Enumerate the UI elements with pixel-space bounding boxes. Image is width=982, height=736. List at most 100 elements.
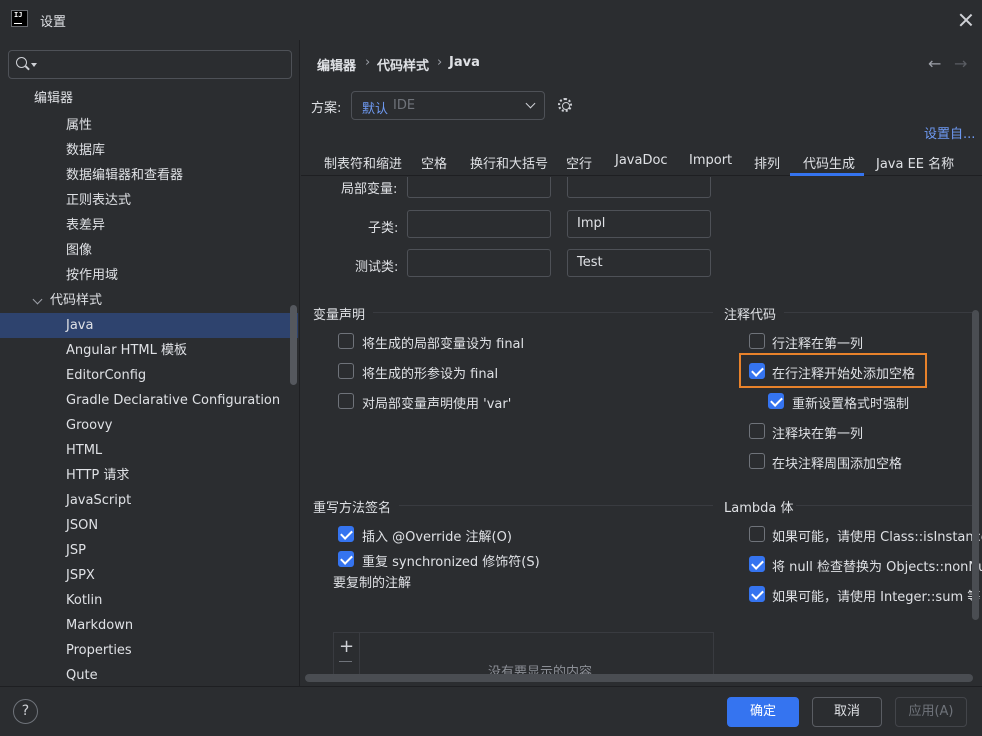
tab-arrangement[interactable]: 排列	[754, 153, 780, 172]
sidebar-item-javascript[interactable]: JavaScript	[0, 488, 298, 513]
sidebar-item-jsp[interactable]: JSP	[0, 538, 298, 563]
replace-null-check-label[interactable]: 将 null 检查替换为 Objects::nonNull 或	[772, 556, 982, 575]
section-divider	[784, 312, 974, 313]
chevron-down-icon[interactable]	[32, 294, 43, 305]
sidebar-item-kotlin[interactable]: Kotlin	[0, 588, 298, 613]
sidebar-item-editor[interactable]: 编辑器	[0, 86, 298, 111]
subclass-suffix-field[interactable]: Impl	[567, 210, 711, 238]
tab-imports[interactable]: Import	[689, 153, 732, 168]
set-from-link[interactable]: 设置自...	[924, 123, 975, 142]
sidebar-item-database[interactable]: 数据库	[0, 138, 298, 163]
tab-javadoc[interactable]: JavaDoc	[615, 153, 668, 168]
annotations-list[interactable]: + 没有要显示的内容	[333, 632, 714, 674]
test-class-prefix-field[interactable]	[407, 249, 551, 277]
tab-tabs-and-indents[interactable]: 制表符和缩进	[324, 153, 402, 172]
final-params-label[interactable]: 将生成的形参设为 final	[362, 363, 498, 382]
search-icon	[16, 57, 27, 68]
final-locals-checkbox[interactable]	[338, 333, 354, 349]
scheme-dropdown[interactable]: 默认 IDE	[351, 91, 545, 120]
use-var-label[interactable]: 对局部变量声明使用 'var'	[362, 393, 511, 412]
final-params-checkbox[interactable]	[338, 363, 354, 379]
gear-icon[interactable]	[558, 98, 572, 112]
line-comment-add-space-checkbox[interactable]	[749, 363, 765, 379]
use-integer-sum-label[interactable]: 如果可能，请使用 Integer::sum 等	[772, 586, 980, 605]
annotations-to-copy-label: 要复制的注解	[333, 576, 412, 591]
sidebar-item-http-request[interactable]: HTTP 请求	[0, 463, 298, 488]
enforce-on-reformat-label[interactable]: 重新设置格式时强制	[792, 393, 909, 412]
sidebar-item-java[interactable]: Java	[0, 313, 298, 338]
section-divider	[796, 505, 974, 506]
scheme-scope: IDE	[393, 98, 416, 113]
tab-wrapping-and-braces[interactable]: 换行和大括号	[470, 153, 548, 172]
sidebar-item-json[interactable]: JSON	[0, 513, 298, 538]
breadcrumb-java: Java	[449, 55, 480, 70]
final-locals-label[interactable]: 将生成的局部变量设为 final	[362, 333, 524, 352]
subclass-prefix-field[interactable]	[407, 210, 551, 238]
use-var-checkbox[interactable]	[338, 393, 354, 409]
local-variable-prefix-field[interactable]	[407, 177, 551, 198]
tab-code-generation[interactable]: 代码生成	[803, 153, 855, 172]
breadcrumb-code-style[interactable]: 代码样式	[377, 55, 429, 74]
block-comment-add-space-checkbox[interactable]	[749, 453, 765, 469]
sidebar-item-properties-lang[interactable]: Properties	[0, 638, 298, 663]
use-integer-sum-checkbox[interactable]	[749, 586, 765, 602]
tab-spaces[interactable]: 空格	[421, 153, 447, 172]
replace-null-check-checkbox[interactable]	[749, 556, 765, 572]
sidebar-item-angular-html[interactable]: Angular HTML 模板	[0, 338, 298, 363]
tab-bar: 制表符和缩进 空格 换行和大括号 空行 JavaDoc Import 排列 代码…	[301, 146, 982, 176]
use-class-isinstance-label[interactable]: 如果可能，请使用 Class::isInstance 和	[772, 526, 982, 545]
sidebar-item-gradle[interactable]: Gradle Declarative Configuration	[0, 388, 298, 413]
sidebar-item-qute[interactable]: Qute	[0, 663, 298, 686]
content-horizontal-scrollbar[interactable]	[305, 674, 973, 682]
tab-java-ee-names[interactable]: Java EE 名称	[876, 153, 954, 172]
search-history-chevron-icon[interactable]	[31, 63, 37, 67]
repeat-synchronized-label[interactable]: 重复 synchronized 修饰符(S)	[362, 551, 540, 570]
sidebar-item-data-editor[interactable]: 数据编辑器和查看器	[0, 163, 298, 188]
tab-blank-lines[interactable]: 空行	[566, 153, 592, 172]
sidebar-item-code-style[interactable]: 代码样式	[0, 288, 298, 313]
sidebar-item-groovy[interactable]: Groovy	[0, 413, 298, 438]
comment-code-title: 注释代码	[724, 308, 777, 323]
sidebar-item-properties[interactable]: 属性	[0, 113, 298, 138]
content-vertical-scrollbar[interactable]	[972, 310, 979, 620]
local-variable-label: 局部变量:	[341, 182, 398, 197]
search-input[interactable]	[8, 50, 292, 79]
line-comment-first-column-checkbox[interactable]	[749, 333, 765, 349]
section-divider	[373, 312, 713, 313]
back-arrow-icon[interactable]: ←	[928, 54, 941, 73]
sidebar-scrollbar[interactable]	[290, 305, 297, 385]
sidebar-item-regex[interactable]: 正则表达式	[0, 188, 298, 213]
close-icon[interactable]	[956, 10, 976, 30]
use-class-isinstance-checkbox[interactable]	[749, 526, 765, 542]
add-icon[interactable]: +	[339, 636, 354, 657]
insert-override-checkbox[interactable]	[338, 526, 354, 542]
repeat-synchronized-checkbox[interactable]	[338, 551, 354, 567]
cancel-button[interactable]: 取消	[812, 697, 882, 727]
remove-icon[interactable]	[339, 661, 352, 662]
enforce-on-reformat-checkbox[interactable]	[768, 393, 784, 409]
line-comment-first-column-label[interactable]: 行注释在第一列	[772, 333, 863, 352]
help-icon[interactable]: ?	[13, 699, 38, 724]
apply-button[interactable]: 应用(A)	[895, 697, 967, 727]
forward-arrow-icon[interactable]: →	[954, 54, 967, 73]
insert-override-label[interactable]: 插入 @Override 注解(O)	[362, 526, 512, 545]
sidebar-item-scopes[interactable]: 按作用域	[0, 263, 298, 288]
ok-button[interactable]: 确定	[727, 697, 799, 727]
lambda-body-title: Lambda 体	[724, 501, 794, 516]
block-comment-add-space-label[interactable]: 在块注释周围添加空格	[772, 453, 902, 472]
dialog-footer: ? 确定 取消 应用(A)	[0, 686, 982, 736]
settings-sidebar: 编辑器 属性 数据库 数据编辑器和查看器 正则表达式 表差异 图像 按作用域 代…	[0, 40, 300, 686]
sidebar-item-images[interactable]: 图像	[0, 238, 298, 263]
title-bar: IJ 设置	[0, 0, 982, 40]
sidebar-item-editorconfig[interactable]: EditorConfig	[0, 363, 298, 388]
sidebar-item-table-diff[interactable]: 表差异	[0, 213, 298, 238]
sidebar-item-html[interactable]: HTML	[0, 438, 298, 463]
line-comment-add-space-label[interactable]: 在行注释开始处添加空格	[772, 363, 915, 382]
block-comment-first-column-label[interactable]: 注释块在第一列	[772, 423, 863, 442]
sidebar-item-jspx[interactable]: JSPX	[0, 563, 298, 588]
block-comment-first-column-checkbox[interactable]	[749, 423, 765, 439]
sidebar-item-markdown[interactable]: Markdown	[0, 613, 298, 638]
test-class-suffix-field[interactable]: Test	[567, 249, 711, 277]
local-variable-suffix-field[interactable]	[567, 177, 711, 198]
breadcrumb-editor[interactable]: 编辑器	[317, 55, 356, 74]
